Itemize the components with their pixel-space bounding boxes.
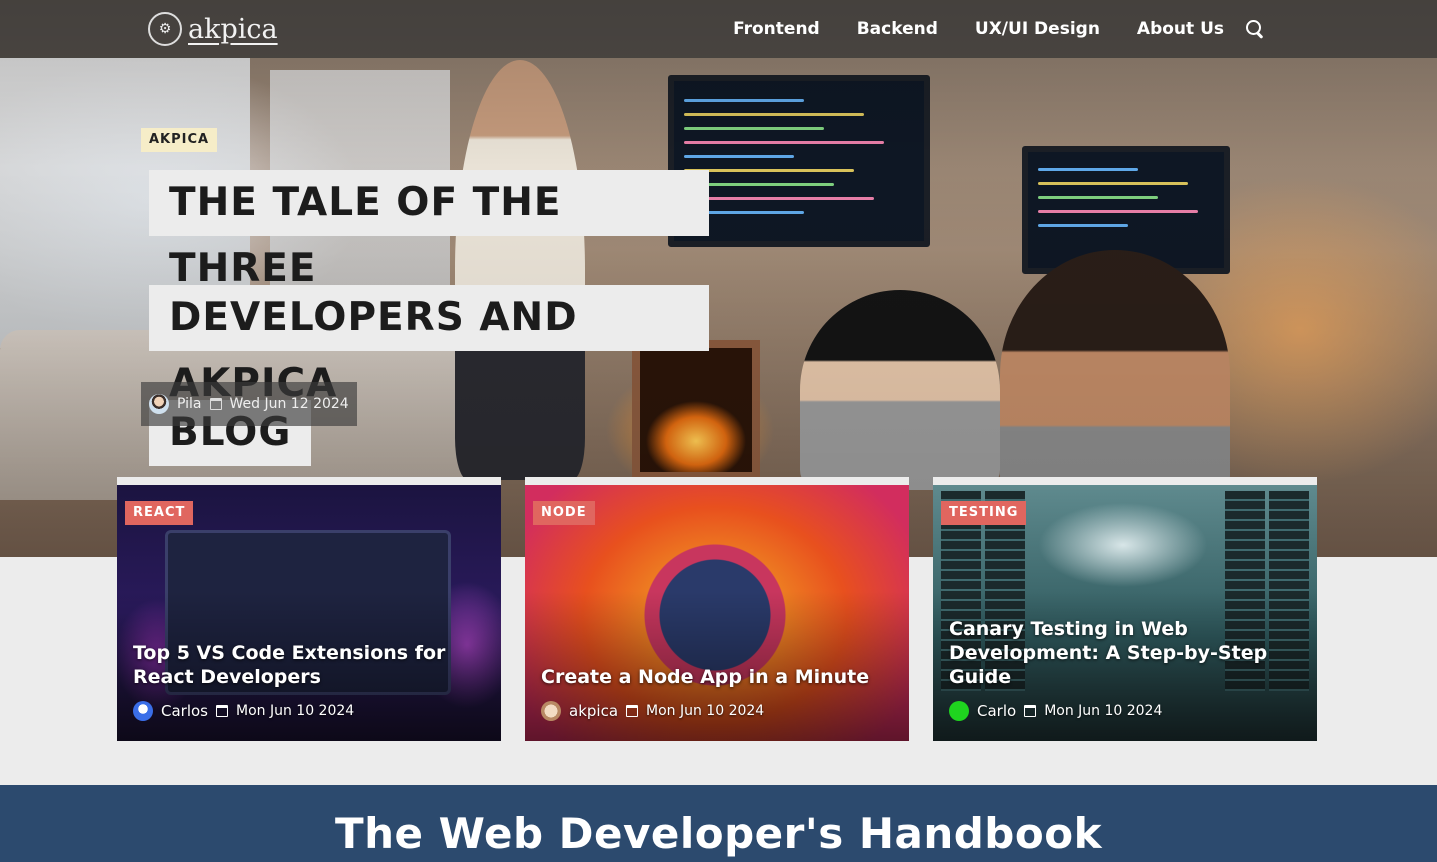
hero-title-line: THE TALE OF THE THREE xyxy=(149,170,709,291)
post-card-title[interactable]: Create a Node App in a Minute xyxy=(541,665,897,689)
post-card-date: Mon Jun 10 2024 xyxy=(1044,703,1163,719)
calendar-icon xyxy=(1024,705,1037,717)
post-card-author[interactable]: Carlo xyxy=(977,702,1016,720)
post-card[interactable]: NODE Create a Node App in a Minute akpic… xyxy=(525,477,909,741)
post-card-date: Mon Jun 10 2024 xyxy=(646,703,765,719)
post-card[interactable]: REACT Top 5 VS Code Extensions for React… xyxy=(117,477,501,741)
post-card[interactable]: TESTING Canary Testing in Web Developmen… xyxy=(933,477,1317,741)
nav-link-about-us[interactable]: About Us xyxy=(1137,19,1224,39)
post-card-tag[interactable]: NODE xyxy=(533,501,595,525)
post-card-title[interactable]: Canary Testing in Web Development: A Ste… xyxy=(949,617,1305,689)
calendar-icon xyxy=(209,398,222,410)
logo-text: akpica xyxy=(188,13,278,45)
calendar-icon xyxy=(626,705,639,717)
post-card-meta: Carlos Mon Jun 10 2024 xyxy=(133,701,354,721)
post-card-author[interactable]: Carlos xyxy=(161,702,208,720)
post-card-tag[interactable]: TESTING xyxy=(941,501,1027,525)
hero-date: Wed Jun 12 2024 xyxy=(229,396,349,412)
nav-links: Frontend Backend UX/UI Design About Us xyxy=(733,0,1265,58)
nav-link-backend[interactable]: Backend xyxy=(857,19,938,39)
post-card-author[interactable]: akpica xyxy=(569,702,618,720)
post-card-meta: Carlo Mon Jun 10 2024 xyxy=(949,701,1162,721)
top-nav: ⚙ akpica Frontend Backend UX/UI Design A… xyxy=(0,0,1437,58)
handbook-banner: The Web Developer's Handbook xyxy=(0,785,1437,862)
site-logo[interactable]: ⚙ akpica xyxy=(148,11,278,47)
search-icon[interactable] xyxy=(1245,19,1265,39)
post-card-title[interactable]: Top 5 VS Code Extensions for React Devel… xyxy=(133,641,489,689)
hero-title-line: DEVELOPERS AND AKPICA xyxy=(149,285,709,406)
post-card-date: Mon Jun 10 2024 xyxy=(236,703,355,719)
handbook-title: The Web Developer's Handbook xyxy=(334,809,1103,858)
post-card-tag[interactable]: REACT xyxy=(125,501,194,525)
author-avatar xyxy=(949,701,969,721)
author-avatar xyxy=(149,394,169,414)
nav-link-frontend[interactable]: Frontend xyxy=(733,19,820,39)
hero-author[interactable]: Pila xyxy=(177,396,202,412)
nav-link-ux-ui-design[interactable]: UX/UI Design xyxy=(975,19,1100,39)
post-card-meta: akpica Mon Jun 10 2024 xyxy=(541,701,764,721)
hero-meta: Pila Wed Jun 12 2024 xyxy=(141,382,357,426)
calendar-icon xyxy=(216,705,228,717)
author-avatar xyxy=(541,701,561,721)
logo-chip-icon: ⚙ xyxy=(148,12,182,46)
hero-category-tag[interactable]: AKPICA xyxy=(141,128,218,152)
author-avatar xyxy=(133,701,153,721)
